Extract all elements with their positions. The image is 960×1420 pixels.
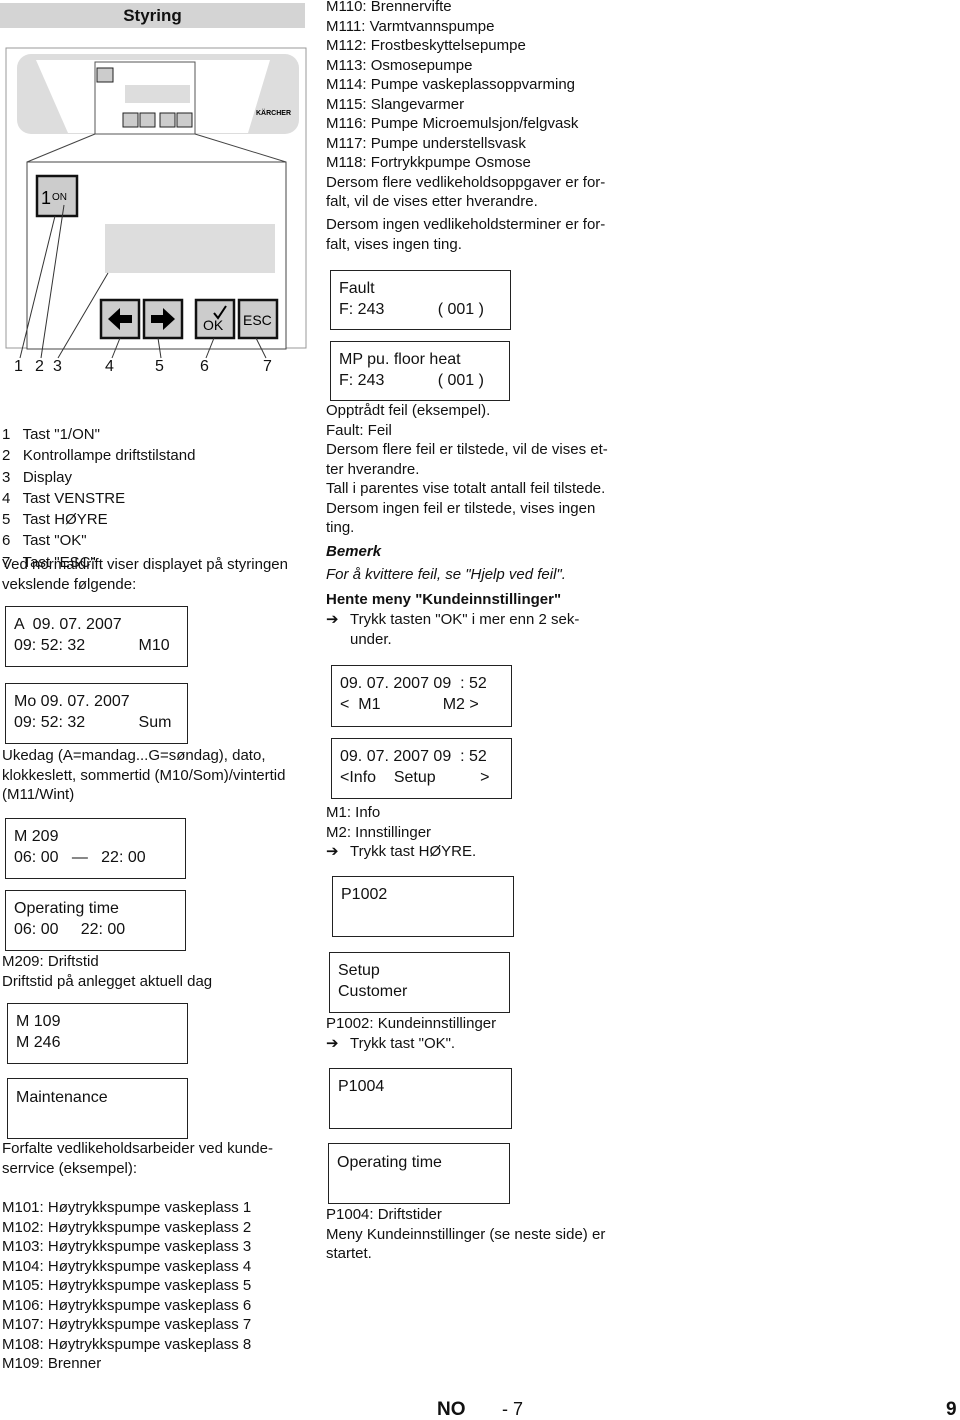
maint-list-continued: M110: Brennervifte M111: Varmtvannspumpe M… xyxy=(326,0,606,210)
note-title: Bemerk xyxy=(326,543,382,560)
svg-text:OK: OK xyxy=(203,317,224,333)
callout-1: 1 xyxy=(14,358,23,375)
m209-text: M209: Driftstid Driftstid på anlegget akt… xyxy=(2,953,213,990)
display-menu-m1-m2: 09. 07. 2007 09 : 52 < M1 M2 > xyxy=(331,665,512,727)
display-fault-pump: MP pu. floor heat F: 243 ( 001 ) xyxy=(330,341,510,401)
svg-text:ESC: ESC xyxy=(243,312,272,328)
no-maint-text: Dersom ingen vedlikeholdsterminer er for… xyxy=(326,216,606,253)
callout-3: 3 xyxy=(53,358,62,375)
weekday-text: Ukedag (A=mandag...G=søndag), dato, klokk… xyxy=(2,747,286,803)
menu-step: ➔ Trykk tasten "OK" i mer enn 2 sek- unde… xyxy=(326,611,580,648)
display-p1004: P1004 xyxy=(329,1068,512,1129)
display-maintenance: Maintenance xyxy=(7,1078,188,1139)
display-setup-customer: Setup Customer xyxy=(329,952,510,1013)
display-date-mo: Mo 09. 07. 2007 09: 52: 32 Sum xyxy=(5,683,188,744)
due-text: Forfalte vedlikeholdsarbeider ved kunde-… xyxy=(2,1140,273,1177)
footer-language: NO xyxy=(437,1399,466,1420)
callout-4: 4 xyxy=(105,358,114,375)
callout-2: 2 xyxy=(35,358,44,375)
display-operating-time-2: Operating time xyxy=(328,1143,510,1204)
p1002-text: P1002: Kundeinnstillinger ➔ Trykk tast "O… xyxy=(326,1015,497,1052)
menu-title: Hente meny "Kundeinnstillinger" xyxy=(326,591,562,608)
maint-list: M101: Høytrykkspumpe vaskeplass 1 M102: H… xyxy=(2,1199,252,1372)
arrow-right-icon: ➔ xyxy=(326,1034,339,1052)
page-number: 9 xyxy=(946,1399,957,1420)
display-menu-info-setup: 09. 07. 2007 09 : 52 <Info Setup > xyxy=(331,738,512,799)
document-page: Styring KÄRCHER 1 ON OK ESC 1 2 3 4 5 6 … xyxy=(0,0,960,1420)
svg-text:1: 1 xyxy=(41,188,51,208)
control-panel-diagram: KÄRCHER 1 ON OK ESC xyxy=(5,47,307,359)
display-date-a: A 09. 07. 2007 09: 52: 32 M10 xyxy=(5,606,188,667)
callout-7: 7 xyxy=(263,358,272,375)
m-text: M1: Info M2: Innstillinger ➔ Trykk tast HØ… xyxy=(326,804,477,860)
display-area xyxy=(105,224,275,273)
arrow-right-icon: ➔ xyxy=(326,611,339,628)
note-text: For å kvittere feil, se "Hjelp ved feil"… xyxy=(326,566,566,583)
callout-numbers: 1 2 3 4 5 6 7 xyxy=(0,357,310,377)
callout-6: 6 xyxy=(200,358,209,375)
footer-section: - 7 xyxy=(502,1399,524,1419)
display-operating-time: Operating time 06: 00 22: 00 xyxy=(5,890,186,951)
fault-text: Opptrådt feil (eksempel). Fault: Feil Ders… xyxy=(326,402,608,536)
svg-text:ON: ON xyxy=(52,192,67,203)
callout-5: 5 xyxy=(155,358,164,375)
display-m209: M 209 06: 00 — 22: 00 xyxy=(5,818,186,879)
display-maint-codes: M 109 M 246 xyxy=(7,1003,188,1064)
section-header: Styring xyxy=(0,3,305,28)
brand-logo: KÄRCHER xyxy=(256,109,291,117)
p1004-text: P1004: Driftstider Meny Kundeinnstillinge… xyxy=(326,1206,606,1262)
display-p1002: P1002 xyxy=(332,876,514,937)
arrow-right-icon: ➔ xyxy=(326,843,339,860)
intro-text: Ved normaldrift viser displayet på styri… xyxy=(2,556,288,593)
display-fault: Fault F: 243 ( 001 ) xyxy=(330,270,511,330)
